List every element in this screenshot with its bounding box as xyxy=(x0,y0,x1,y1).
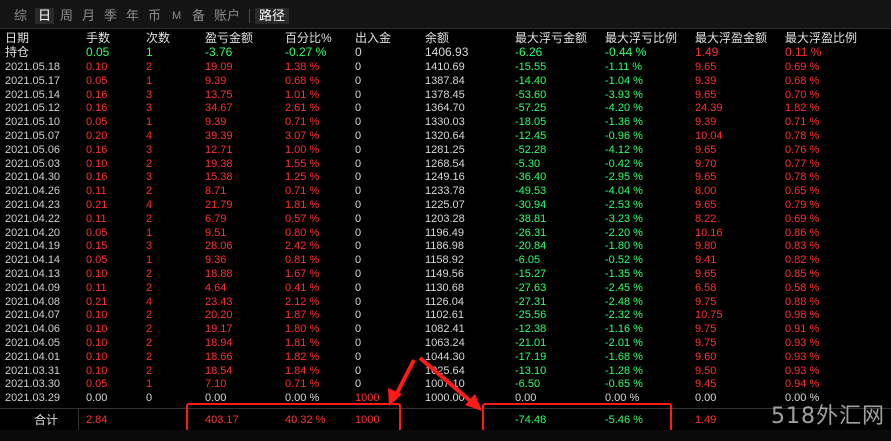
arrow-left-icon xyxy=(388,359,416,406)
bottom-strip xyxy=(0,430,891,441)
annotation-arrows xyxy=(388,356,482,411)
watermark: 518外汇网 xyxy=(771,404,885,429)
arrow-right-icon xyxy=(418,356,482,411)
